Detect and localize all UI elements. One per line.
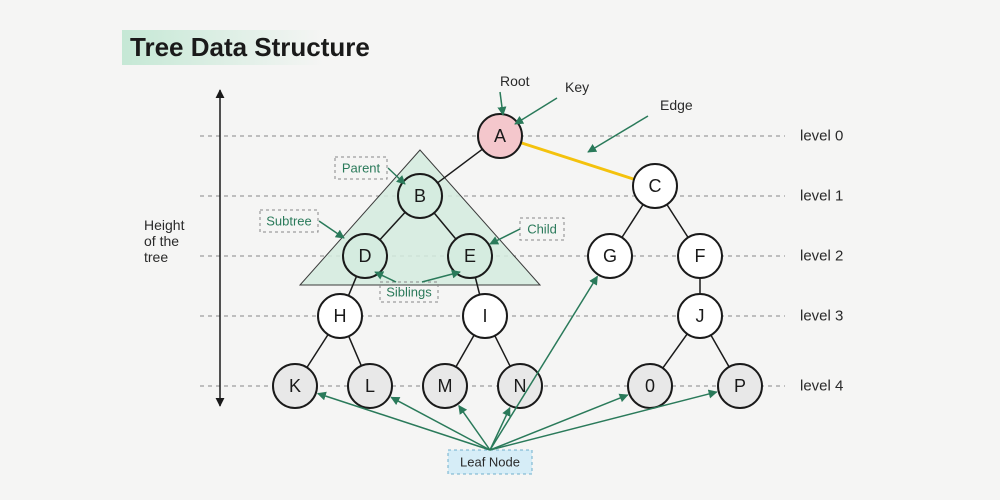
ann-child-label: Child [527,222,557,237]
edge-J-0 [663,334,687,368]
height-label-0: Height [144,217,185,233]
edge-J-P [711,335,729,367]
level-label-2: level 2 [800,248,843,265]
annotation-arrow [500,92,503,115]
level-label-4: level 4 [800,378,843,395]
level-label-0: level 0 [800,128,843,145]
annotation-arrow [588,116,648,152]
leaf-node-label: Leaf Node [460,455,520,470]
svg-text:0: 0 [645,376,655,396]
edge-A-B [438,149,483,183]
node-J: J [678,294,722,338]
leaf-arrow-M [459,406,490,450]
svg-text:G: G [603,246,617,266]
node-M: M [423,364,467,408]
edge-C-F [667,205,688,238]
node-H: H [318,294,362,338]
leaf-arrow-G [490,276,597,450]
node-G: G [588,234,632,278]
ann-root-label: Root [500,73,530,89]
ann-subtree-label: Subtree [266,214,312,229]
svg-text:D: D [359,246,372,266]
node-L: L [348,364,392,408]
svg-text:M: M [438,376,453,396]
svg-text:A: A [494,126,506,146]
node-D: D [343,234,387,278]
svg-text:C: C [649,176,662,196]
edge-I-N [495,336,510,367]
height-label-2: tree [144,249,168,265]
leaf-arrow-K [318,393,490,450]
ann-parent-label: Parent [342,161,381,176]
height-label-1: of the [144,233,179,249]
node-C: C [633,164,677,208]
level-label-1: level 1 [800,188,843,205]
edge-I-M [456,335,474,367]
svg-text:E: E [464,246,476,266]
annotation-arrow [319,221,344,238]
svg-text:K: K [289,376,301,396]
node-0: 0 [628,364,672,408]
node-B: B [398,174,442,218]
edge-A-C [521,143,634,179]
ann-edge-label: Edge [660,97,693,113]
node-E: E [448,234,492,278]
annotation-arrow [515,98,557,124]
node-F: F [678,234,722,278]
edge-C-G [622,205,643,238]
node-I: I [463,294,507,338]
svg-text:B: B [414,186,426,206]
svg-text:H: H [334,306,347,326]
node-A: A [478,114,522,158]
ann-key-label: Key [565,79,589,95]
node-K: K [273,364,317,408]
tree-diagram: level 0 level 1 level 2 level 3 level 4 0 A B C… [0,0,1000,500]
node-P: P [718,364,762,408]
level-label-3: level 3 [800,308,843,325]
ann-siblings-label: Siblings [386,285,432,300]
svg-text:J: J [696,306,705,326]
svg-text:L: L [365,376,375,396]
svg-text:P: P [734,376,746,396]
edge-H-K [307,335,328,368]
svg-text:I: I [482,306,487,326]
edge-H-L [349,336,362,366]
svg-text:F: F [695,246,706,266]
